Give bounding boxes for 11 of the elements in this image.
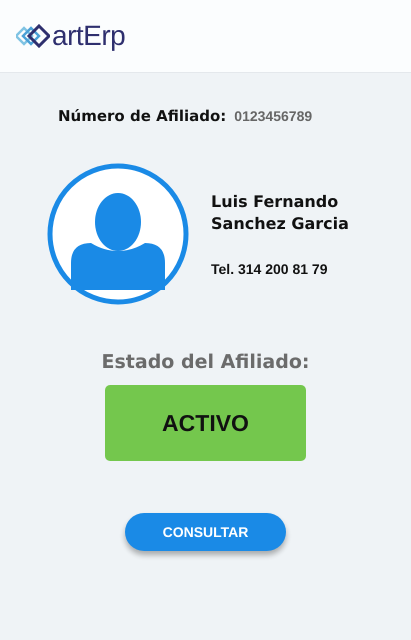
affiliate-name: Luis Fernando: [211, 191, 340, 213]
status-title: Estado del Afiliado:: [102, 351, 310, 373]
affiliate-number-label: Número de Afiliado:: [58, 107, 226, 125]
affiliate-name: Sanchez Garcia: [211, 213, 349, 235]
diamonds-icon: [16, 24, 50, 48]
affiliate-number: 0123456789: [234, 108, 312, 124]
status-badge: ACTIVO: [105, 385, 306, 461]
phone-number: Tel. 314 200 81 79: [211, 261, 328, 277]
logo-text: artErp: [52, 20, 126, 52]
consult-button[interactable]: CONSULTAR: [125, 513, 286, 551]
avatar-icon: [47, 163, 189, 305]
